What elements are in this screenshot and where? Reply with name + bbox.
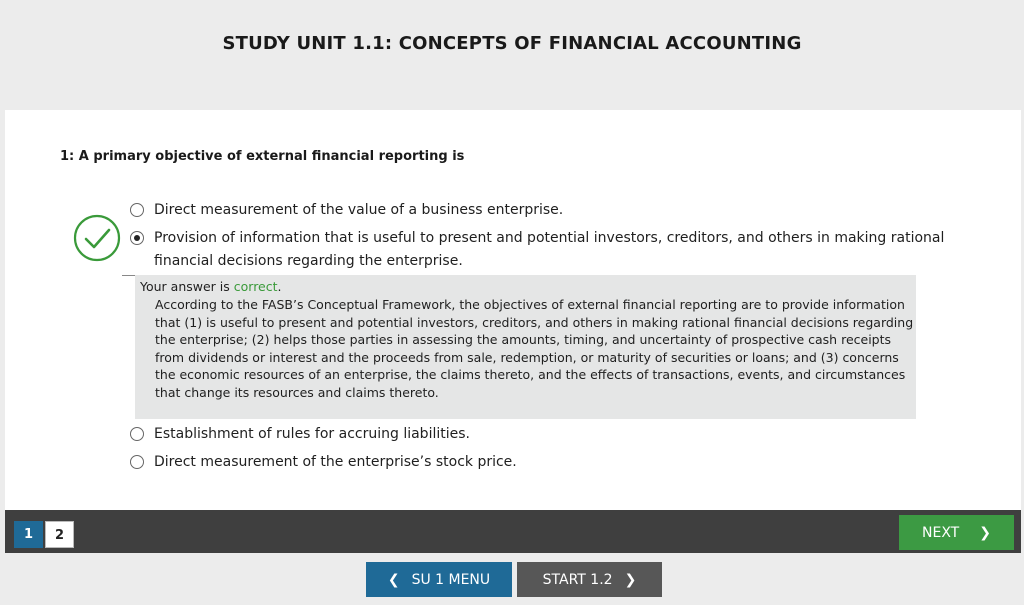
title-bar: STUDY UNIT 1.1: CONCEPTS OF FINANCIAL AC… xyxy=(0,0,1024,110)
chevron-right-icon: ❯ xyxy=(979,524,991,541)
option-label: Provision of information that is useful … xyxy=(154,230,945,269)
answer-option-1[interactable]: Direct measurement of the value of a bus… xyxy=(130,199,994,222)
next-label: NEXT xyxy=(922,524,960,541)
next-button[interactable]: NEXT ❯ xyxy=(899,515,1014,550)
answer-option-2[interactable]: Provision of information that is useful … xyxy=(130,227,994,273)
su-menu-button[interactable]: ❮ SU 1 MENU xyxy=(366,562,512,597)
start-label: START 1.2 xyxy=(542,571,613,588)
option-label: Direct measurement of the enterprise’s s… xyxy=(154,454,517,470)
option-label: Establishment of rules for accruing liab… xyxy=(154,426,470,442)
feedback-prefix: Your answer is xyxy=(140,279,234,294)
page-button-1[interactable]: 1 xyxy=(14,521,43,548)
check-circle-icon xyxy=(73,214,121,262)
question-nav-bar: 1 2 NEXT ❯ xyxy=(5,510,1021,553)
chevron-right-icon: ❯ xyxy=(624,571,637,588)
answer-option-4[interactable]: Direct measurement of the enterprise’s s… xyxy=(130,451,994,474)
feedback-result: correct xyxy=(233,279,278,294)
answer-option-3[interactable]: Establishment of rules for accruing liab… xyxy=(130,423,994,446)
su-menu-label: SU 1 MENU xyxy=(411,571,491,588)
feedback-heading: Your answer is correct. xyxy=(140,278,282,296)
answer-feedback: Your answer is correct. According to the… xyxy=(135,275,916,419)
question-panel: 1: A primary objective of external finan… xyxy=(5,110,1021,510)
page-title: STUDY UNIT 1.1: CONCEPTS OF FINANCIAL AC… xyxy=(222,33,802,54)
radio-button[interactable] xyxy=(130,427,144,441)
radio-button[interactable] xyxy=(130,203,144,217)
radio-button-selected[interactable] xyxy=(130,231,144,245)
start-next-unit-button[interactable]: START 1.2 ❯ xyxy=(517,562,662,597)
option-label: Direct measurement of the value of a bus… xyxy=(154,202,564,218)
question-text: 1: A primary objective of external finan… xyxy=(60,149,465,164)
chevron-left-icon: ❮ xyxy=(387,571,400,588)
feedback-explanation: According to the FASB’s Conceptual Frame… xyxy=(155,297,914,400)
feedback-suffix: . xyxy=(277,279,282,294)
page-button-2[interactable]: 2 xyxy=(45,521,74,548)
radio-button[interactable] xyxy=(130,455,144,469)
